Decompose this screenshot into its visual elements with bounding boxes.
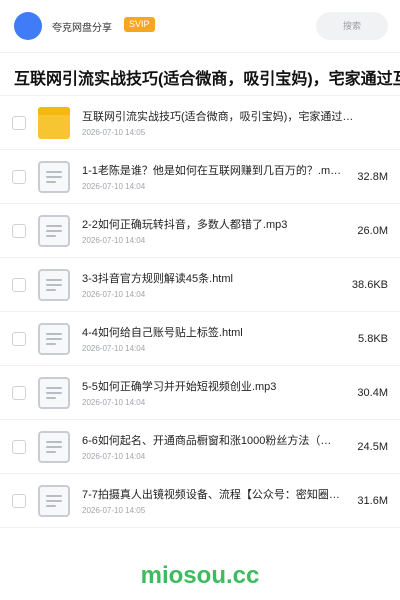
list-item-file[interactable]: 3-3抖音官方规则解读45条.html 2026-07-10 14:04 38.… (0, 258, 400, 312)
item-date: 2026-07-10 14:04 (82, 182, 146, 191)
item-name: 5-5如何正确学习并开始短视频创业.mp3 (82, 381, 277, 393)
list-item-file[interactable]: 4-4如何给自己账号贴上标签.html 2026-07-10 14:04 5.8… (0, 312, 400, 366)
item-checkbox[interactable] (12, 332, 26, 346)
item-date: 2026-07-10 14:05 (82, 506, 146, 515)
item-checkbox[interactable] (12, 116, 26, 130)
item-name: 7-7拍摄真人出镜视频设备、流程【公众号：密知圈】… (82, 489, 344, 501)
item-checkbox[interactable] (12, 386, 26, 400)
item-size: 26.0M (357, 225, 388, 237)
brand-name: 夸克网盘分享 (52, 23, 112, 34)
document-icon (38, 323, 70, 355)
item-name: 2-2如何正确玩转抖音，多数人都错了.mp3 (82, 219, 288, 231)
item-date: 2026-07-10 14:05 (82, 128, 146, 137)
list-item-file[interactable]: 6-6如何起名、开通商品橱窗和涨1000粉丝方法（… 2026-07-10 14… (0, 420, 400, 474)
item-name: 1-1老陈是谁？他是如何在互联网赚到几百万的？.m… (82, 165, 342, 177)
item-checkbox[interactable] (12, 278, 26, 292)
item-name: 4-4如何给自己账号贴上标签.html (82, 327, 243, 339)
document-icon (38, 161, 70, 193)
avatar[interactable] (14, 12, 42, 40)
item-size: 38.6KB (351, 279, 388, 291)
list-item-folder[interactable]: 互联网引流实战技巧(适合微商，吸引宝妈)，宅家通过… 2026-07-10 14… (0, 96, 400, 150)
item-checkbox[interactable] (12, 494, 26, 508)
item-checkbox[interactable] (12, 224, 26, 238)
svip-badge: SVIP (124, 17, 155, 32)
item-checkbox[interactable] (12, 170, 26, 184)
item-size: 5.8KB (358, 333, 388, 345)
page-title: 互联网引流实战技巧(适合微商，吸引宝妈)，宅家通过互联 (14, 71, 400, 88)
item-size: 24.5M (357, 441, 388, 453)
list-item-file[interactable]: 5-5如何正确学习并开始短视频创业.mp3 2026-07-10 14:04 3… (0, 366, 400, 420)
search-input[interactable] (316, 12, 388, 40)
item-name: 互联网引流实战技巧(适合微商，吸引宝妈)，宅家通过… (82, 111, 354, 123)
item-date: 2026-07-10 14:04 (82, 452, 146, 461)
item-name: 3-3抖音官方规则解读45条.html (82, 273, 233, 285)
item-date: 2026-07-10 14:04 (82, 398, 146, 407)
folder-icon (38, 107, 70, 139)
list-item-file[interactable]: 2-2如何正确玩转抖音，多数人都错了.mp3 2026-07-10 14:04 … (0, 204, 400, 258)
list-item-file[interactable]: 1-1老陈是谁？他是如何在互联网赚到几百万的？.m… 2026-07-10 14… (0, 150, 400, 204)
folder-title-bar: 互联网引流实战技巧(适合微商，吸引宝妈)，宅家通过互联 (0, 52, 400, 96)
item-name: 6-6如何起名、开通商品橱窗和涨1000粉丝方法（… (82, 435, 332, 447)
header: 夸克网盘分享 SVIP (0, 0, 400, 52)
document-icon (38, 431, 70, 463)
item-size: 32.8M (357, 171, 388, 183)
file-list: 互联网引流实战技巧(适合微商，吸引宝妈)，宅家通过… 2026-07-10 14… (0, 96, 400, 528)
document-icon (38, 269, 70, 301)
item-checkbox[interactable] (12, 440, 26, 454)
document-icon (38, 485, 70, 517)
watermark: miosou.cc (140, 562, 260, 589)
item-date: 2026-07-10 14:04 (82, 344, 146, 353)
list-item-file[interactable]: 7-7拍摄真人出镜视频设备、流程【公众号：密知圈】… 2026-07-10 14… (0, 474, 400, 528)
item-date: 2026-07-10 14:04 (82, 236, 146, 245)
item-date: 2026-07-10 14:04 (82, 290, 146, 299)
item-size: 30.4M (357, 387, 388, 399)
item-size: 31.6M (357, 495, 388, 507)
document-icon (38, 215, 70, 247)
document-icon (38, 377, 70, 409)
